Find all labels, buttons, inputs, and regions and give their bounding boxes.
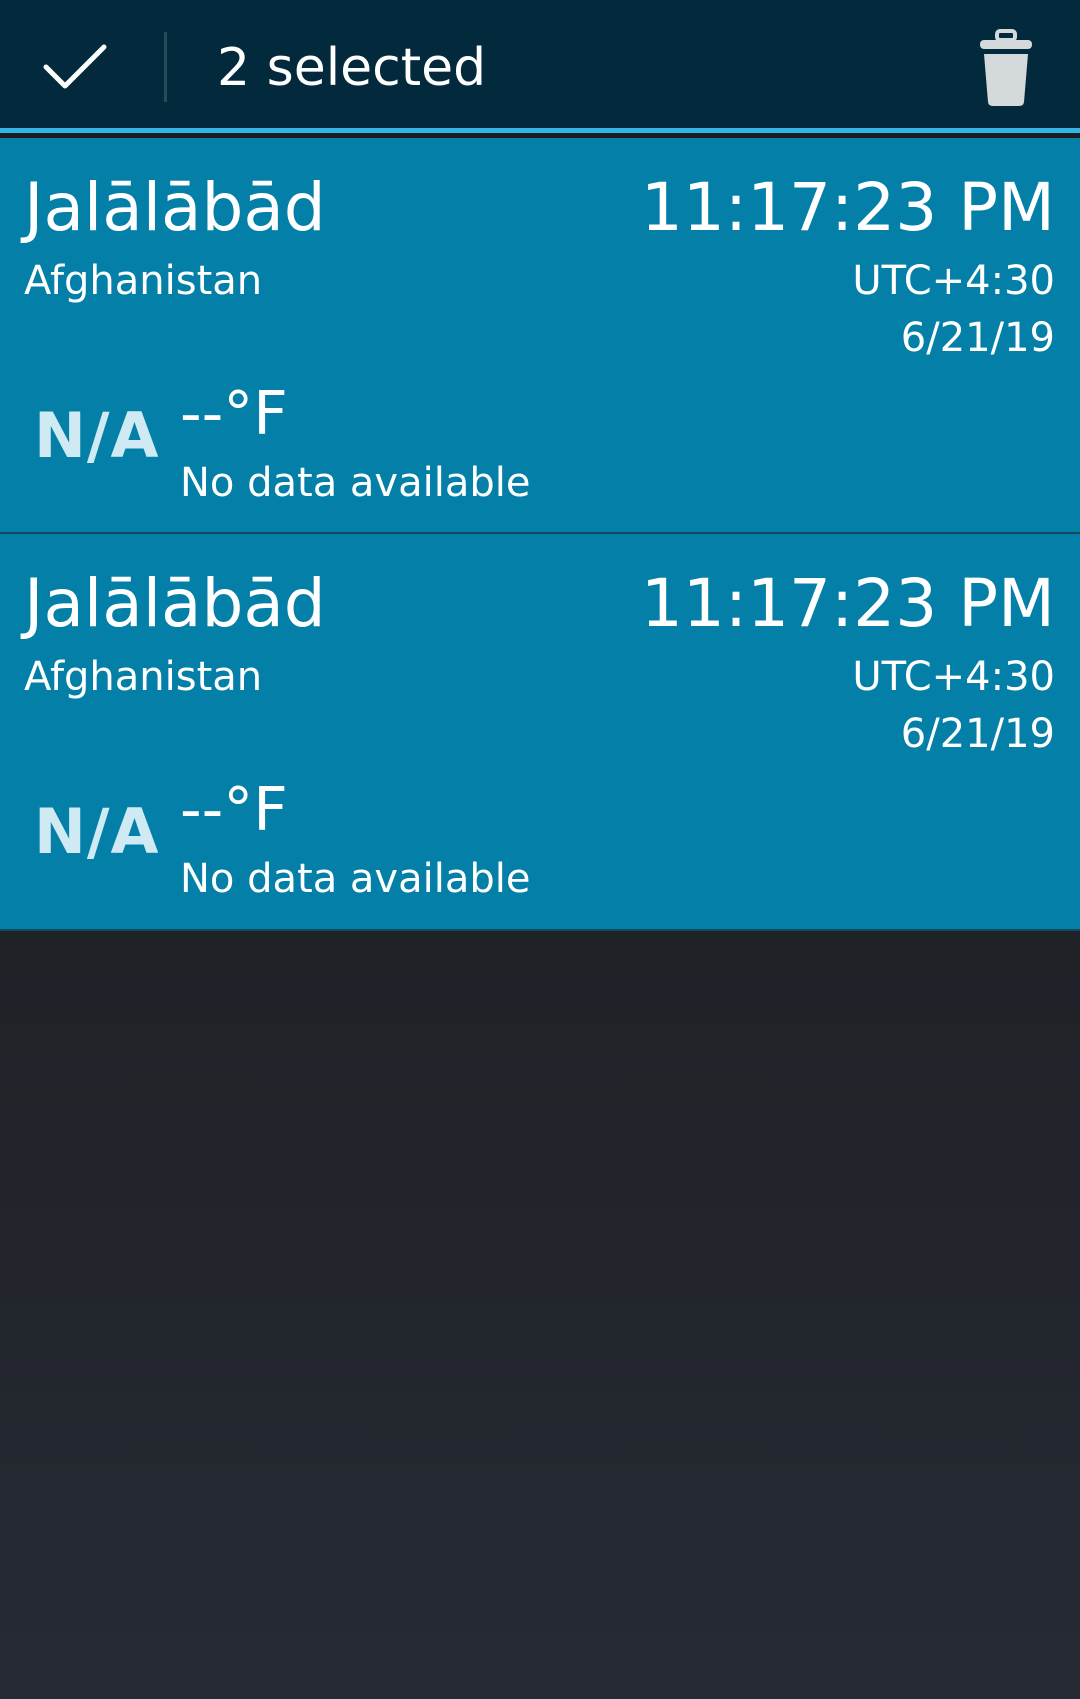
action-bar-divider — [164, 32, 167, 102]
city-name: Jalālābād — [24, 169, 326, 246]
temperature: --°F — [180, 379, 288, 449]
done-button[interactable] — [0, 0, 160, 128]
timezone-offset: UTC+4:30 — [852, 654, 1055, 700]
country-name: Afghanistan — [24, 654, 263, 700]
clock-list: Jalālābād Afghanistan 11:17:23 PM UTC+4:… — [0, 138, 1080, 931]
selection-count-title: 2 selected — [217, 38, 487, 98]
city-name: Jalālābād — [24, 565, 326, 642]
local-time: 11:17:23 PM — [640, 565, 1055, 642]
weather-condition: No data available — [180, 460, 531, 506]
local-date: 6/21/19 — [900, 315, 1055, 361]
weather-unavailable-icon: N/A — [34, 795, 160, 868]
temperature: --°F — [180, 775, 288, 845]
country-name: Afghanistan — [24, 258, 263, 304]
delete-button[interactable] — [960, 18, 1060, 118]
clock-card[interactable]: Jalālābād Afghanistan 11:17:23 PM UTC+4:… — [0, 138, 1080, 534]
clock-card[interactable]: Jalālābād Afghanistan 11:17:23 PM UTC+4:… — [0, 534, 1080, 931]
weather-unavailable-icon: N/A — [34, 399, 160, 472]
weather-condition: No data available — [180, 856, 531, 902]
local-date: 6/21/19 — [900, 711, 1055, 757]
check-icon — [43, 44, 107, 89]
trash-icon — [980, 29, 1032, 106]
contextual-action-bar: 2 selected — [0, 0, 1080, 133]
timezone-offset: UTC+4:30 — [852, 258, 1055, 304]
local-time: 11:17:23 PM — [640, 169, 1055, 246]
